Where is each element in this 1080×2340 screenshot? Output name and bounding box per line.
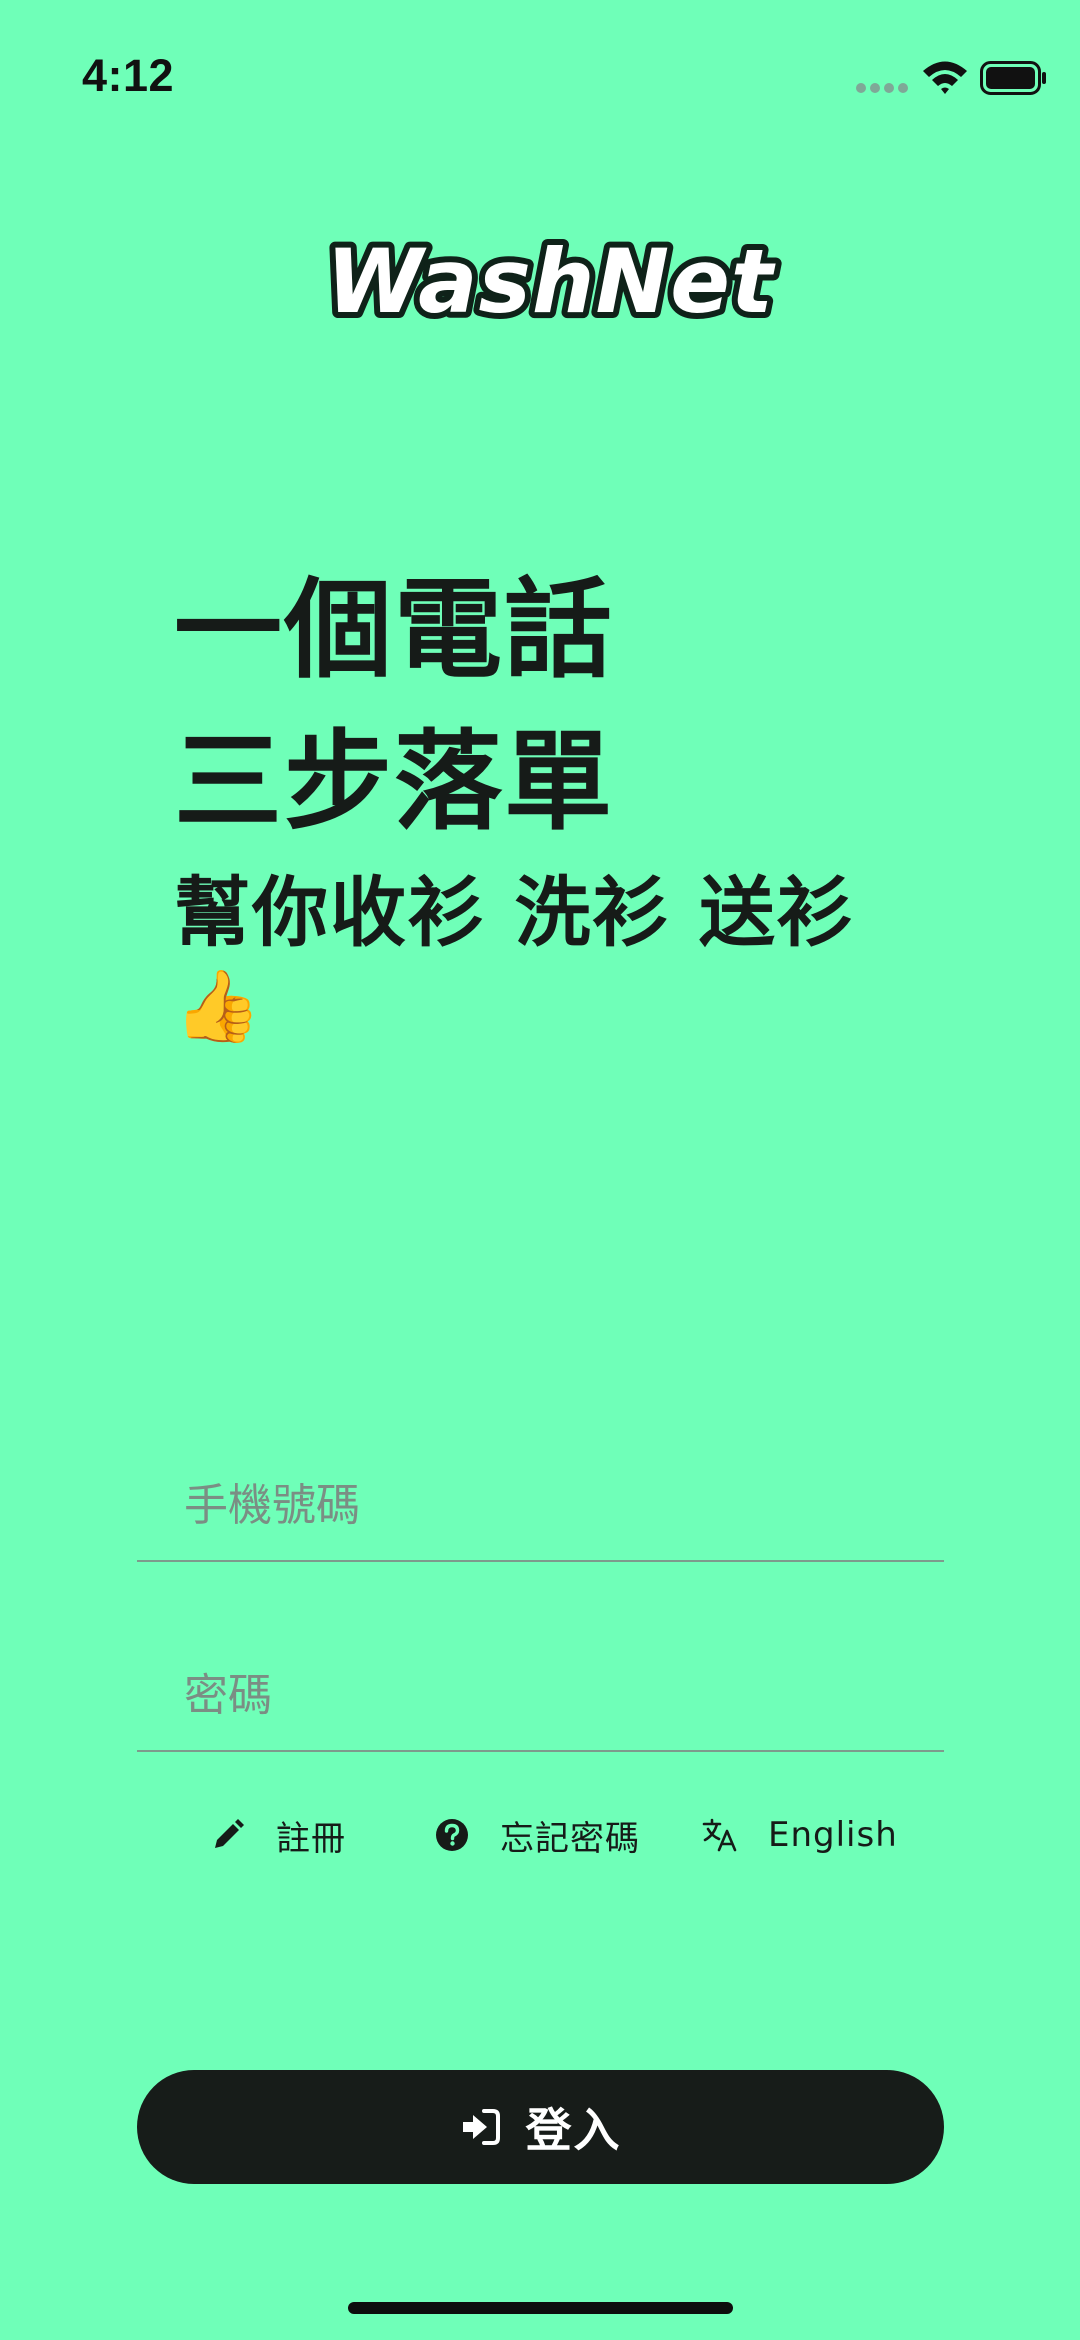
login-button[interactable]: 登入 [137, 2070, 944, 2184]
language-button[interactable]: English [702, 1805, 898, 1865]
forgot-password-label: 忘記密碼 [500, 1818, 640, 1859]
register-label: 註冊 [276, 1818, 346, 1859]
wifi-icon [923, 61, 967, 94]
signal-dots-icon [856, 83, 908, 93]
links-row: 註冊 忘記密碼 English [0, 1805, 1080, 1865]
question-circle-icon [436, 1819, 468, 1851]
status-bar: 4:12 [0, 0, 1080, 140]
forgot-password-button[interactable]: 忘記密碼 [434, 1805, 640, 1865]
battery-icon [980, 61, 1046, 95]
translate-icon [702, 1818, 737, 1852]
headline-subtitle: 幫你收衫 洗衫 送衫 [174, 868, 855, 957]
home-indicator[interactable] [348, 2302, 733, 2314]
password-input[interactable] [184, 1640, 924, 1750]
phone-input[interactable] [184, 1450, 924, 1560]
headline-line-2: 三步落單 [174, 720, 615, 845]
status-time: 4:12 [82, 50, 175, 101]
thumbs-up-emoji: 👍 [174, 965, 262, 1047]
phone-field[interactable] [137, 1450, 944, 1562]
headline-line-1: 一個電話 [174, 568, 615, 693]
password-field[interactable] [137, 1640, 944, 1752]
login-label: 登入 [525, 2103, 622, 2157]
logo-text: WashNet [326, 230, 776, 333]
washnet-logo: WashNet [320, 225, 781, 339]
register-button[interactable]: 註冊 [210, 1805, 346, 1865]
language-label: English [768, 1815, 898, 1855]
sign-in-icon [462, 2109, 500, 2145]
pencil-icon [215, 1819, 244, 1848]
headline: 一個電話 三步落單 幫你收衫 洗衫 送衫 👍 [174, 555, 855, 1051]
